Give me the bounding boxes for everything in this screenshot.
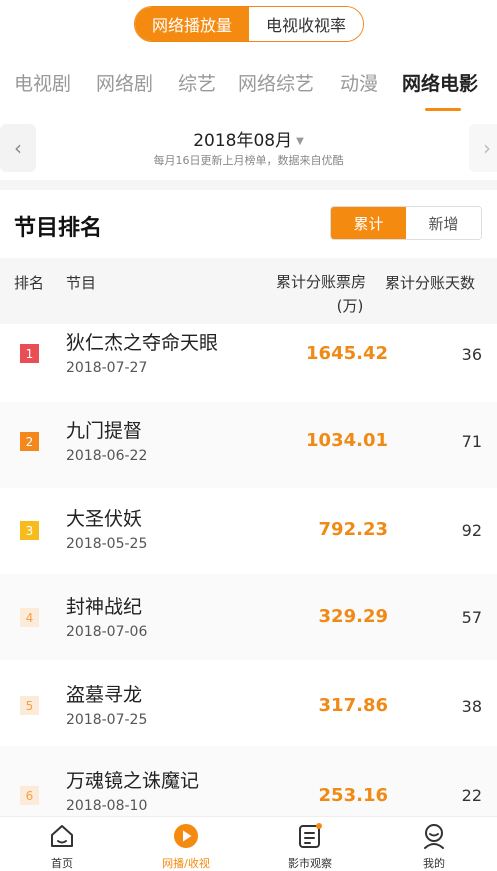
table-row[interactable]: 3 大圣伏妖 2018-05-25 792.23 92	[0, 488, 497, 574]
section-title: 节目排名	[14, 216, 103, 241]
tab-anime[interactable]: 动漫	[340, 69, 378, 96]
play-icon	[174, 824, 198, 848]
category-tabs: 电视剧 网络剧 综艺 网络综艺 动漫 网络电影	[0, 54, 497, 110]
month-title[interactable]: 2018年08月 ▼	[0, 126, 497, 151]
active-tab-indicator	[425, 108, 461, 111]
days-value: 22	[461, 786, 482, 805]
bottom-tab-bar: 首页 网播/收视 影市观察 我的	[0, 816, 497, 870]
header-program: 节目	[66, 274, 97, 292]
box-office-value: 329.29	[318, 606, 388, 627]
platform-toggle: 网络播放量 电视收视率	[134, 6, 364, 42]
tab-web-movie[interactable]: 网络电影	[402, 69, 478, 96]
days-value: 38	[461, 697, 482, 716]
tab-tv-drama[interactable]: 电视剧	[14, 69, 71, 96]
rank-badge: 3	[20, 521, 39, 540]
rank-badge: 1	[20, 344, 39, 363]
box-office-value: 792.23	[318, 519, 388, 540]
tab-home[interactable]: 首页	[0, 817, 124, 870]
days-value: 71	[461, 432, 482, 451]
days-value: 92	[461, 521, 482, 540]
header-box-office: 累计分账票房 (万)	[275, 273, 366, 315]
tab-web-broadcast[interactable]: 网播/收视	[124, 817, 248, 870]
header-days: 累计分账天数	[385, 274, 476, 292]
program-title: 万魂镜之诛魔记	[66, 770, 200, 792]
table-row[interactable]: 6 万魂镜之诛魔记 2018-08-10 253.16 22	[0, 746, 497, 816]
month-selector: ‹ 2018年08月 ▼ 每月16日更新上月榜单，数据来自优酷 ›	[0, 118, 497, 178]
box-office-value: 317.86	[318, 695, 388, 716]
update-note: 每月16日更新上月榜单，数据来自优酷	[153, 154, 344, 167]
profile-icon	[424, 824, 444, 849]
tab-market-watch[interactable]: 影市观察	[248, 817, 372, 870]
release-date: 2018-07-27	[66, 360, 148, 376]
report-icon	[299, 823, 322, 848]
box-office-value: 253.16	[318, 785, 388, 806]
release-date: 2018-06-22	[66, 448, 148, 464]
days-value: 36	[461, 345, 482, 364]
program-title: 盗墓寻龙	[66, 684, 143, 706]
table-row[interactable]: 4 封神战纪 2018-07-06 329.29 57	[0, 574, 497, 660]
program-title: 九门提督	[66, 420, 143, 442]
release-date: 2018-05-25	[66, 536, 148, 552]
toggle-cumulative[interactable]: 累计	[331, 207, 406, 239]
release-date: 2018-07-06	[66, 624, 148, 640]
tab-profile[interactable]: 我的	[372, 817, 496, 870]
box-office-value: 1645.42	[306, 343, 388, 364]
rank-badge: 4	[20, 608, 39, 627]
home-icon	[51, 825, 73, 847]
program-title: 狄仁杰之夺命天眼	[66, 332, 219, 354]
program-title: 封神战纪	[66, 596, 143, 618]
tab-variety[interactable]: 综艺	[178, 69, 216, 96]
table-row[interactable]: 5 盗墓寻龙 2018-07-25 317.86 38	[0, 660, 497, 746]
toggle-new[interactable]: 新增	[406, 207, 481, 239]
tab-web-drama[interactable]: 网络剧	[96, 69, 153, 96]
header-rank: 排名	[14, 274, 45, 292]
metric-toggle: 累计 新增	[330, 206, 482, 240]
chevron-down-icon: ▼	[296, 136, 304, 147]
box-office-value: 1034.01	[306, 430, 388, 451]
divider	[0, 180, 497, 190]
toggle-tv-ratings[interactable]: 电视收视率	[249, 7, 363, 41]
toggle-network-plays[interactable]: 网络播放量	[135, 7, 249, 41]
days-value: 57	[461, 608, 482, 627]
table-row[interactable]: 2 九门提督 2018-06-22 1034.01 71	[0, 402, 497, 488]
tab-web-variety[interactable]: 网络综艺	[238, 69, 314, 96]
program-title: 大圣伏妖	[66, 508, 143, 530]
rank-badge: 6	[20, 786, 39, 805]
table-row[interactable]: 1 狄仁杰之夺命天眼 2018-07-27 1645.42 36	[0, 324, 497, 410]
next-month-icon[interactable]: ›	[469, 124, 497, 172]
release-date: 2018-08-10	[66, 798, 148, 814]
rank-badge: 2	[20, 432, 39, 451]
release-date: 2018-07-25	[66, 712, 148, 728]
table-header: 排名 节目 累计分账票房 (万) 累计分账天数	[0, 258, 497, 324]
rank-badge: 5	[20, 696, 39, 715]
